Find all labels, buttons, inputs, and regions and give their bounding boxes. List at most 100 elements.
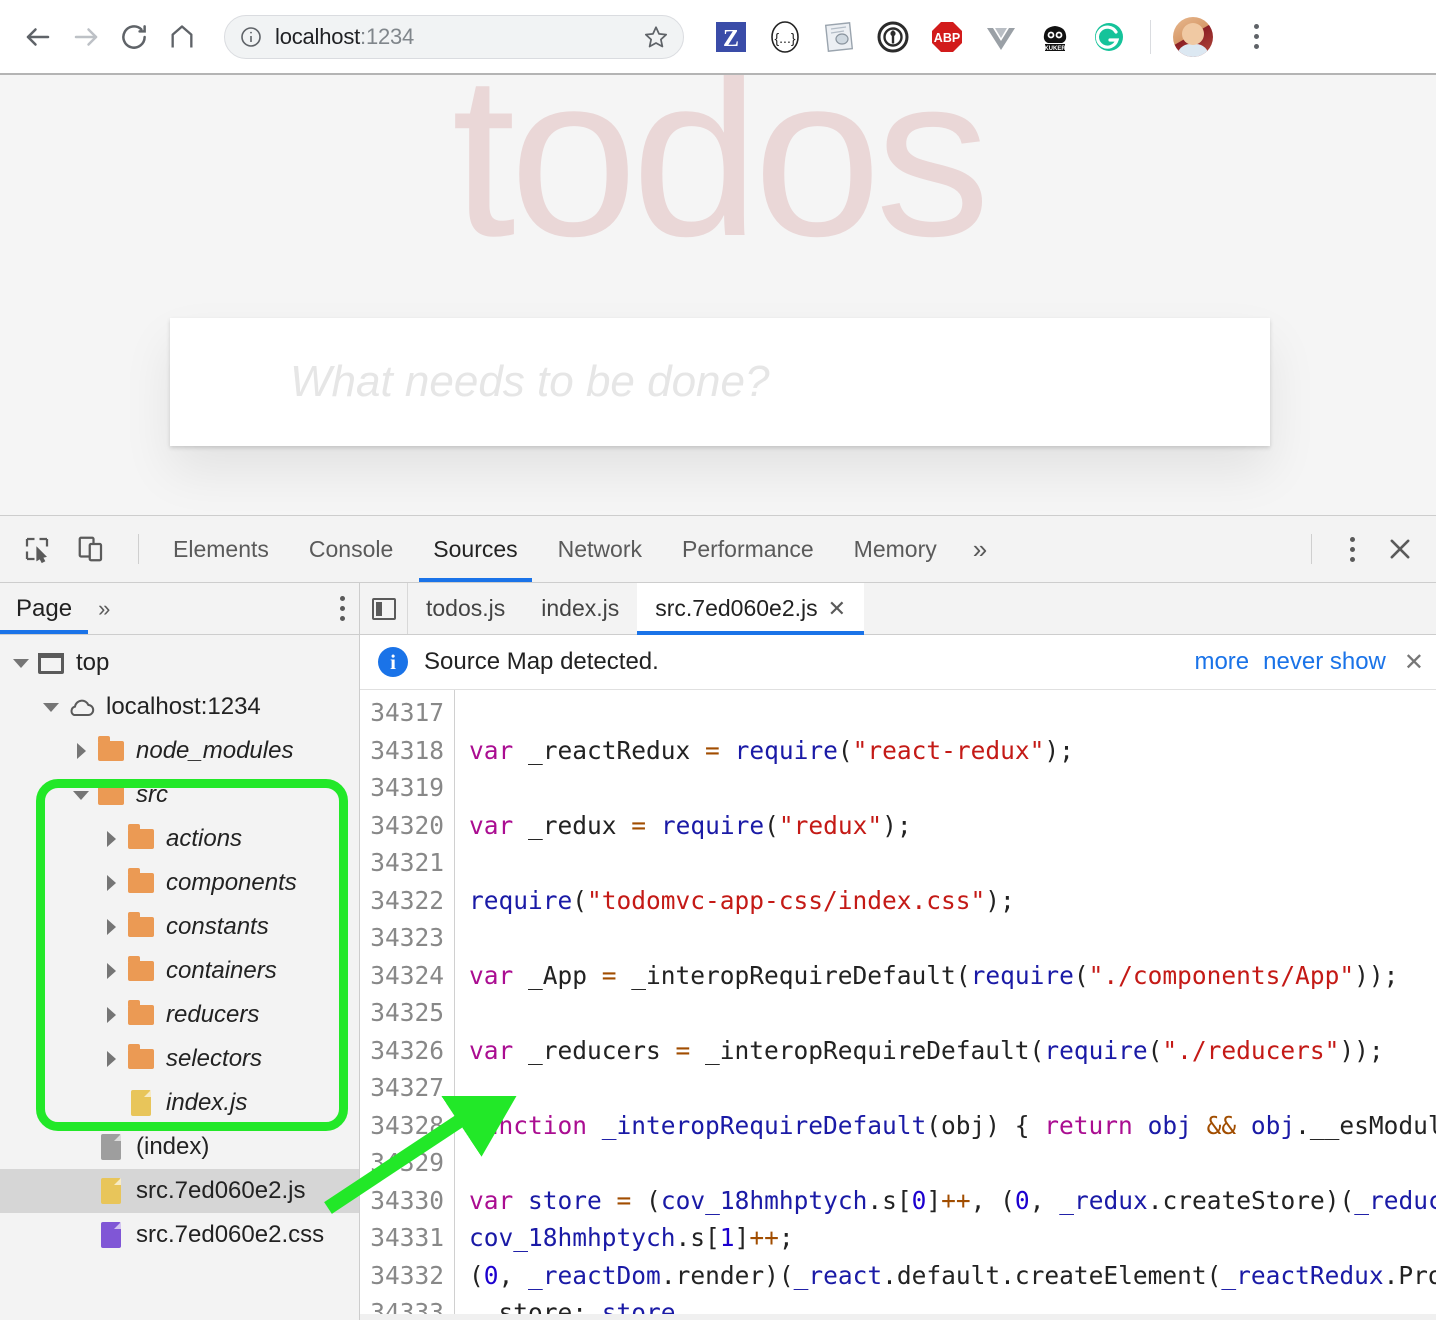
tree-item-src[interactable]: src	[0, 773, 359, 817]
twisty-expanded-icon[interactable]	[38, 703, 64, 712]
code-line[interactable]: var _App = _interopRequireDefault(requir…	[469, 957, 1436, 995]
js-file-icon	[124, 1090, 158, 1116]
editor-tabbar: todos.js index.js src.7ed060e2.js ✕	[360, 583, 1436, 635]
code-line[interactable]	[469, 1069, 1436, 1107]
tab-performance[interactable]: Performance	[662, 516, 834, 582]
editor-tab-index-js[interactable]: index.js	[523, 583, 637, 634]
twisty-collapsed-icon[interactable]	[98, 875, 124, 891]
onepassword-icon[interactable]	[874, 18, 912, 56]
navigator-menu-icon[interactable]	[340, 596, 345, 621]
code-line[interactable]: function _interopRequireDefault(obj) { r…	[469, 1107, 1436, 1145]
tab-sources[interactable]: Sources	[413, 516, 537, 582]
tab-page[interactable]: Page	[0, 583, 88, 634]
tree-item-index-js[interactable]: index.js	[0, 1081, 359, 1125]
tree-item-components[interactable]: components	[0, 861, 359, 905]
code-line[interactable]: var _redux = require("redux");	[469, 807, 1436, 845]
more-tabs-icon[interactable]: »	[957, 516, 1003, 582]
twisty-collapsed-icon[interactable]	[98, 919, 124, 935]
tree-item-actions[interactable]: actions	[0, 817, 359, 861]
code-line[interactable]: cov_18hmhptych.s[1]++;	[469, 1219, 1436, 1257]
kuker-icon[interactable]: KUKER	[1036, 18, 1074, 56]
reload-button[interactable]	[110, 13, 158, 61]
navigator-header: Page »	[0, 583, 359, 635]
show-navigator-icon[interactable]	[360, 583, 408, 634]
horizontal-scrollbar[interactable]	[360, 1314, 1436, 1320]
tree-item-label: containers	[166, 957, 277, 985]
folder-icon	[124, 961, 158, 981]
line-number: 34317	[360, 694, 444, 732]
vue-devtools-icon[interactable]	[982, 18, 1020, 56]
profile-avatar[interactable]	[1173, 17, 1213, 57]
tree-item-top[interactable]: top	[0, 641, 359, 685]
editor-tab-todos-js[interactable]: todos.js	[408, 583, 523, 634]
line-number-gutter: 3431734318343193432034321343223432334324…	[360, 690, 455, 1320]
navigator-more-icon[interactable]: »	[88, 583, 120, 634]
tree-item-label: localhost:1234	[106, 693, 261, 721]
code-line[interactable]: require("todomvc-app-css/index.css");	[469, 882, 1436, 920]
chrome-menu-button[interactable]	[1239, 17, 1273, 57]
home-button[interactable]	[158, 13, 206, 61]
twisty-collapsed-icon[interactable]	[68, 743, 94, 759]
code-line[interactable]: var _reducers = _interopRequireDefault(r…	[469, 1032, 1436, 1070]
zotero-connector-icon[interactable]: Z	[712, 18, 750, 56]
url-text[interactable]: localhost:1234	[275, 24, 643, 50]
devtools-tabbar: Elements Console Sources Network Perform…	[153, 516, 1003, 582]
new-todo-card	[170, 318, 1270, 446]
tab-network[interactable]: Network	[538, 516, 662, 582]
code-line[interactable]: var _reactRedux = require("react-redux")…	[469, 732, 1436, 770]
grammarly-icon[interactable]	[1090, 18, 1128, 56]
infobar-never-show-link[interactable]: never show	[1263, 648, 1386, 676]
inspect-element-icon[interactable]	[16, 528, 58, 570]
code-line[interactable]: (0, _reactDom.render)(_react.default.cre…	[469, 1257, 1436, 1295]
infobar-more-link[interactable]: more	[1194, 648, 1249, 676]
editor-tab-src-bundle-js[interactable]: src.7ed060e2.js ✕	[637, 583, 864, 634]
tab-console[interactable]: Console	[289, 516, 413, 582]
twisty-collapsed-icon[interactable]	[98, 1051, 124, 1067]
device-toolbar-icon[interactable]	[70, 528, 112, 570]
bookmark-star-icon[interactable]	[643, 24, 669, 50]
twisty-expanded-icon[interactable]	[68, 791, 94, 800]
adblock-plus-icon[interactable]: ABP	[928, 18, 966, 56]
address-bar[interactable]: localhost:1234	[224, 15, 684, 59]
tree-item-containers[interactable]: containers	[0, 949, 359, 993]
line-number: 34323	[360, 919, 444, 957]
folder-icon	[124, 917, 158, 937]
tree-item-localhost-1234[interactable]: localhost:1234	[0, 685, 359, 729]
code-line[interactable]: var store = (cov_18hmhptych.s[0]++, (0, …	[469, 1182, 1436, 1220]
code-content[interactable]: var _reactRedux = require("react-redux")…	[455, 690, 1436, 1320]
tree-item-reducers[interactable]: reducers	[0, 993, 359, 1037]
site-info-icon[interactable]	[239, 25, 263, 49]
new-todo-input[interactable]	[170, 318, 1270, 446]
svg-text:ABP: ABP	[934, 31, 960, 45]
forward-button[interactable]	[62, 13, 110, 61]
code-line[interactable]	[469, 994, 1436, 1032]
code-line[interactable]	[469, 769, 1436, 807]
tab-elements[interactable]: Elements	[153, 516, 289, 582]
code-line[interactable]	[469, 694, 1436, 732]
tree-item--index-[interactable]: (index)	[0, 1125, 359, 1169]
json-formatter-icon[interactable]: {...}	[766, 18, 804, 56]
tree-item-label: actions	[166, 825, 242, 853]
back-button[interactable]	[14, 13, 62, 61]
devtools-settings-icon[interactable]	[1332, 527, 1372, 571]
code-line[interactable]	[469, 919, 1436, 957]
close-tab-icon[interactable]: ✕	[828, 598, 846, 620]
window-icon	[34, 653, 68, 674]
line-number: 34322	[360, 882, 444, 920]
tree-item-src-7ed060e2-css[interactable]: src.7ed060e2.css	[0, 1213, 359, 1257]
code-line[interactable]	[469, 1144, 1436, 1182]
tree-item-src-7ed060e2-js[interactable]: src.7ed060e2.js	[0, 1169, 359, 1213]
twisty-collapsed-icon[interactable]	[98, 1007, 124, 1023]
code-line[interactable]	[469, 844, 1436, 882]
code-viewer[interactable]: 3431734318343193432034321343223432334324…	[360, 690, 1436, 1320]
close-icon[interactable]	[1378, 527, 1422, 571]
tree-item-selectors[interactable]: selectors	[0, 1037, 359, 1081]
tree-item-constants[interactable]: constants	[0, 905, 359, 949]
tab-memory[interactable]: Memory	[834, 516, 957, 582]
infobar-dismiss-icon[interactable]: ✕	[1404, 648, 1424, 677]
twisty-expanded-icon[interactable]	[8, 659, 34, 668]
evernote-webclipper-icon[interactable]	[820, 18, 858, 56]
twisty-collapsed-icon[interactable]	[98, 963, 124, 979]
twisty-collapsed-icon[interactable]	[98, 831, 124, 847]
tree-item-node-modules[interactable]: node_modules	[0, 729, 359, 773]
